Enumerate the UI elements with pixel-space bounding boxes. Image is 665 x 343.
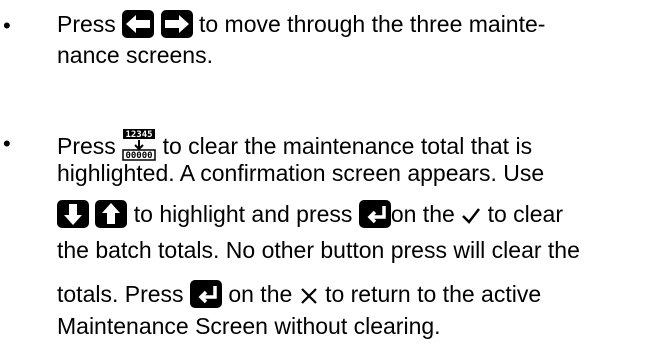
text: to clear [487, 201, 563, 227]
text: totals. Press [57, 281, 184, 307]
text: on the [390, 201, 455, 227]
right-arrow-key-icon [160, 10, 193, 38]
bullet: • [3, 13, 11, 38]
down-arrow-key-icon [57, 200, 89, 228]
text: to highlight and press [133, 201, 353, 227]
text: Press [57, 11, 116, 37]
x-mark-icon [299, 285, 319, 312]
up-arrow-key-icon [95, 200, 128, 228]
line-2: highlighted. A confirmation screen appea… [57, 160, 545, 186]
enter-key-icon [358, 200, 391, 228]
reset-top-digits: 12345 [126, 130, 153, 140]
line-6: Maintenance Screen without clearing. [57, 313, 441, 339]
line-4: the batch totals. No other button press … [57, 237, 580, 263]
text: to return to the active [325, 281, 542, 307]
text: Press [57, 133, 116, 159]
bullet: • [3, 131, 11, 156]
line-5: totals. Press on the to return to the ac… [57, 280, 541, 312]
line-1: Press 12345 00000 to clear the maintenan… [57, 127, 532, 161]
text: to clear the maintenance total that is [162, 133, 533, 159]
text: to move through the three mainte- [198, 11, 546, 37]
left-arrow-key-icon [122, 10, 155, 38]
text: on the [228, 281, 293, 307]
line-1: Press to move through the three mainte- [57, 10, 545, 38]
line-2: nance screens. [57, 42, 213, 68]
line-3: to highlight and press on the to clear [57, 200, 563, 232]
checkmark-icon [461, 205, 481, 232]
enter-key-icon [189, 280, 222, 308]
reset-totals-icon: 12345 00000 [122, 127, 156, 161]
